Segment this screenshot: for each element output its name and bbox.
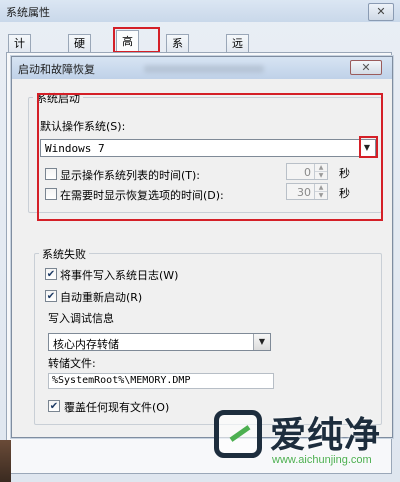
dump-file-label: 转储文件: [48,357,96,370]
spin-up-icon[interactable]: ▲ [315,184,327,192]
spin-down-icon[interactable]: ▼ [315,192,327,199]
show-os-list-spinner[interactable]: 0 ▲ ▼ [286,163,328,180]
outer-window-title: 系统属性 [6,6,50,19]
auto-restart-checkbox[interactable]: ✔ [45,290,57,302]
watermark-url: www.aichunjing.com [272,454,372,466]
debug-info-select[interactable]: 核心内存转储 ▼ [48,333,271,351]
advanced-tab-highlight [113,27,160,53]
dump-file-input[interactable]: %SystemRoot%\MEMORY.DMP [48,373,274,389]
overwrite-checkbox[interactable]: ✔ [48,400,60,412]
show-recovery-unit: 秒 [339,187,350,200]
system-failure-legend: 系统失败 [39,246,89,262]
dropdown-arrow-icon[interactable]: ▼ [253,334,270,350]
show-recovery-value: 30 [297,186,311,199]
dialog-title: 启动和故障恢复 [18,63,95,76]
default-os-value: Windows 7 [45,142,105,155]
dialog-close-button[interactable]: ✕ [350,60,382,75]
tab-remote[interactable]: 远程 [226,34,249,67]
startup-recovery-dialog: 启动和故障恢复 ✕ 系统启动 默认操作系统(S): Windows 7 ▼ 显示… [11,56,393,438]
default-os-label: 默认操作系统(S): [40,120,126,133]
show-os-list-unit: 秒 [339,167,350,180]
show-recovery-label: 在需要时显示恢复选项的时间(D): [60,189,224,202]
watermark-logo-slash [229,425,251,442]
site-watermark: 爱纯净 www.aichunjing.com [214,404,394,476]
spinner-buttons: ▲ ▼ [314,184,327,199]
desktop-background-strip [0,440,11,482]
watermark-name: 爱纯净 [270,415,382,456]
tab-computer-name[interactable]: 计算机名 [8,34,31,101]
spin-down-icon[interactable]: ▼ [315,172,327,179]
tab-system-protection[interactable]: 系统保护 [166,34,189,101]
write-event-checkbox[interactable]: ✔ [45,268,57,280]
outer-close-button[interactable]: ✕ [368,3,394,21]
tab-hardware[interactable]: 硬件 [68,34,91,67]
dialog-title-bar[interactable]: 启动和故障恢复 ✕ [12,57,392,79]
blurred-title-area [144,65,264,73]
show-os-list-label: 显示操作系统列表的时间(T): [60,169,201,182]
spinner-buttons: ▲ ▼ [314,164,327,179]
overwrite-label: 覆盖任何现有文件(O) [64,401,170,414]
spin-up-icon[interactable]: ▲ [315,164,327,172]
auto-restart-label: 自动重新启动(R) [60,291,143,304]
write-event-label: 将事件写入系统日志(W) [60,269,179,282]
show-os-list-checkbox[interactable] [45,168,57,180]
outer-title-bar[interactable]: 系统属性 ✕ [0,0,400,22]
default-os-select[interactable]: Windows 7 ▼ [40,139,376,157]
dropdown-highlight [359,136,378,158]
show-recovery-checkbox[interactable] [45,188,57,200]
show-os-list-value: 0 [304,166,311,179]
watermark-logo-icon [214,410,262,458]
debug-info-value: 核心内存转储 [53,338,119,351]
dump-file-value: %SystemRoot%\MEMORY.DMP [52,375,191,386]
debug-info-label: 写入调试信息 [48,312,114,325]
show-recovery-spinner[interactable]: 30 ▲ ▼ [286,183,328,200]
